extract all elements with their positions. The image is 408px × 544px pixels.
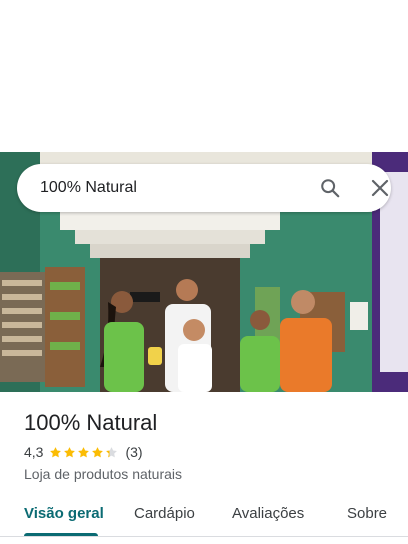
tab-about[interactable]: Sobre — [347, 505, 387, 523]
place-category: Loja de produtos naturais — [24, 466, 182, 482]
place-tabs: Visão geral Cardápio Avaliações Sobre — [0, 493, 408, 537]
star-icon — [92, 446, 104, 457]
review-count[interactable]: (3) — [125, 444, 142, 460]
rating-row[interactable]: 4,3 (3) — [24, 443, 143, 461]
star-icon — [50, 446, 62, 457]
tabs-divider — [0, 536, 408, 537]
tab-reviews[interactable]: Avaliações — [232, 505, 304, 523]
place-title: 100% Natural — [24, 410, 158, 435]
map-blank-area — [0, 0, 408, 152]
search-icon[interactable] — [319, 177, 341, 199]
star-icon — [78, 446, 90, 457]
tab-menu[interactable]: Cardápio — [134, 505, 195, 523]
rating-value: 4,3 — [24, 444, 44, 460]
close-icon[interactable] — [371, 179, 389, 197]
rating-stars — [49, 446, 119, 459]
star-icon — [106, 446, 118, 457]
star-icon — [64, 446, 76, 457]
search-bar[interactable]: 100% Natural — [17, 164, 391, 212]
search-input[interactable]: 100% Natural — [40, 178, 137, 198]
tab-overview[interactable]: Visão geral — [24, 505, 104, 523]
